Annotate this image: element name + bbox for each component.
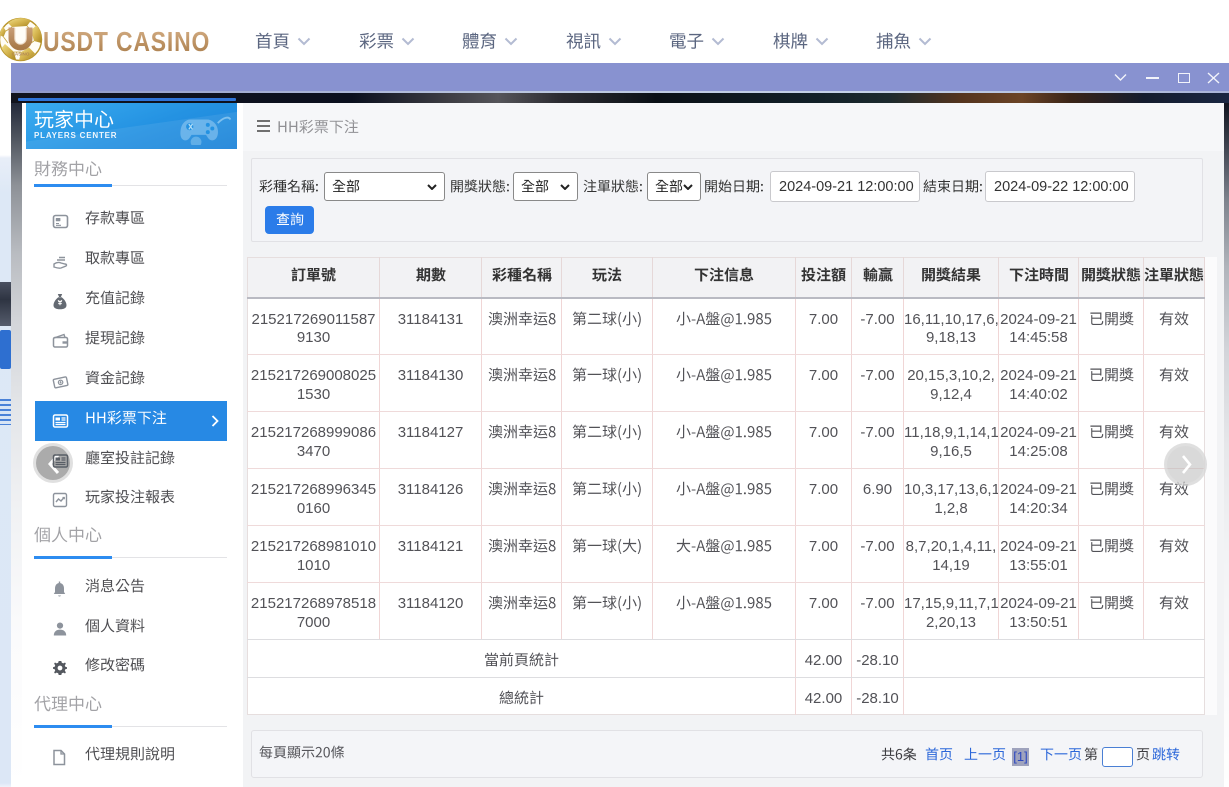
svg-text:CASINO: CASINO: [12, 52, 30, 57]
